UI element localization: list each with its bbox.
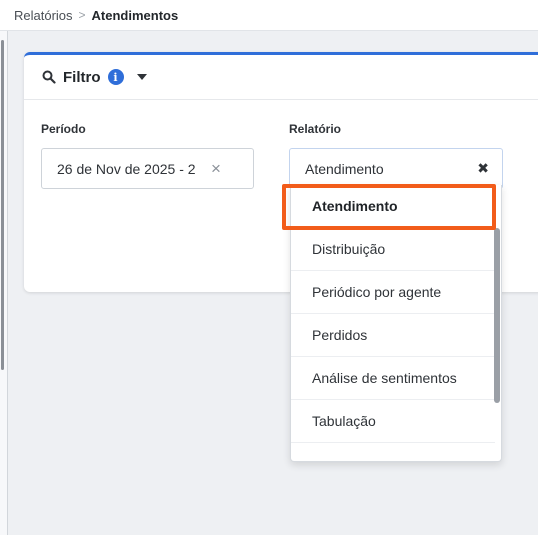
dropdown-scrollbar[interactable] [494, 228, 500, 403]
dropdown-option-perdidos[interactable]: Perdidos [291, 314, 495, 357]
dropdown-option-analise-de-sentimentos[interactable]: Análise de sentimentos [291, 357, 495, 400]
breadcrumb-current: Atendimentos [91, 7, 179, 23]
clear-icon[interactable]: × [211, 160, 221, 177]
selection-highlight-box [282, 184, 496, 230]
filter-header[interactable]: Filtro i [24, 55, 538, 100]
dropdown-option-tabulacao[interactable]: Tabulação [291, 400, 495, 443]
relatorio-select[interactable]: Atendimento ✖ [289, 148, 503, 189]
left-panel-edge [0, 0, 8, 535]
left-scrollbar[interactable] [1, 40, 4, 370]
caret-down-icon[interactable] [136, 74, 147, 80]
breadcrumb-separator: > [78, 8, 86, 22]
relatorio-label: Relatório [289, 122, 342, 136]
search-icon [42, 70, 56, 84]
dropdown-option-periodico-por-agente[interactable]: Periódico por agente [291, 271, 495, 314]
periodo-value: 26 de Nov de 2025 - 2 [57, 160, 196, 177]
periodo-date-input[interactable]: 26 de Nov de 2025 - 2 × [41, 148, 254, 189]
info-icon[interactable]: i [107, 69, 124, 85]
remove-selection-icon[interactable]: ✖ [477, 160, 489, 177]
dropdown-option-distribuicao[interactable]: Distribuição [291, 228, 495, 271]
periodo-label: Período [41, 122, 86, 136]
breadcrumb: Relatórios > Atendimentos [0, 0, 538, 31]
filter-title: Filtro [63, 68, 101, 86]
breadcrumb-parent-link[interactable]: Relatórios [14, 8, 73, 23]
relatorio-selected-value: Atendimento [305, 160, 384, 177]
